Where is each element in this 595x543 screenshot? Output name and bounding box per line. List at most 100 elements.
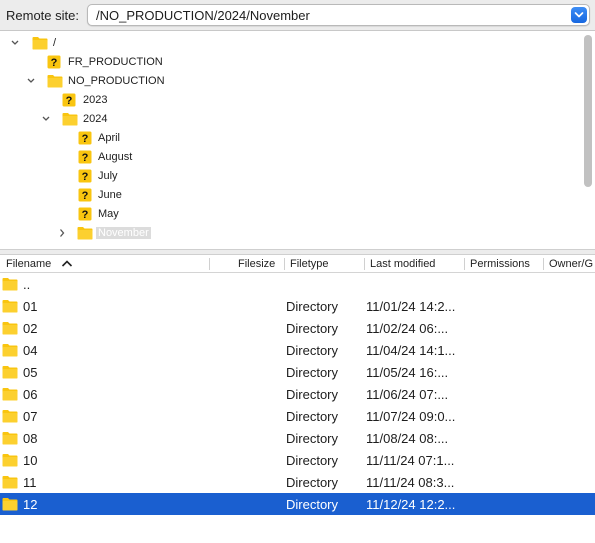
file-row[interactable]: 01 Directory 11/01/24 14:2...	[0, 295, 595, 317]
svg-text:?: ?	[66, 95, 73, 107]
combo-dropdown-button[interactable]	[571, 7, 587, 23]
column-separator[interactable]	[209, 258, 210, 270]
file-type: Directory	[286, 497, 339, 512]
tree-item-label[interactable]: 2024	[83, 113, 107, 125]
folder-icon	[2, 498, 18, 511]
file-name: 11	[23, 475, 37, 490]
tree-item-label[interactable]: July	[98, 170, 118, 182]
unknown-folder-icon: ?	[78, 131, 92, 145]
file-row[interactable]: 07 Directory 11/07/24 09:0...	[0, 405, 595, 427]
file-last-modified: 11/04/24 14:1...	[366, 343, 456, 358]
folder-icon	[47, 75, 63, 88]
file-type: Directory	[286, 453, 339, 468]
column-permissions[interactable]: Permissions	[470, 258, 530, 270]
remote-site-path-value[interactable]: /NO_PRODUCTION/2024/November	[96, 8, 310, 23]
folder-icon	[2, 278, 18, 291]
tree-item-label[interactable]: November	[96, 227, 151, 239]
svg-text:?: ?	[51, 57, 58, 69]
file-row-parent[interactable]: ..	[0, 273, 595, 295]
file-last-modified: 11/06/24 07:...	[366, 387, 449, 402]
file-row-selected[interactable]: 12 Directory 11/12/24 12:2...	[0, 493, 595, 515]
file-row[interactable]: 02 Directory 11/02/24 06:...	[0, 317, 595, 339]
tree-item-august[interactable]: ? August	[0, 148, 580, 167]
column-owner-group[interactable]: Owner/G	[549, 258, 593, 270]
unknown-folder-icon: ?	[47, 55, 61, 69]
file-last-modified: 11/07/24 09:0...	[366, 409, 456, 424]
unknown-folder-icon: ?	[78, 207, 92, 221]
tree-item-label[interactable]: /	[53, 37, 56, 49]
tree-item-2023[interactable]: ? 2023	[0, 91, 580, 110]
file-row[interactable]: 05 Directory 11/05/24 16:...	[0, 361, 595, 383]
folder-icon	[32, 37, 48, 50]
file-name: 04	[23, 343, 38, 358]
column-separator[interactable]	[464, 258, 465, 270]
file-row[interactable]: 06 Directory 11/06/24 07:...	[0, 383, 595, 405]
tree-item-july[interactable]: ? July	[0, 167, 580, 186]
tree-item-2024[interactable]: 2024	[0, 110, 580, 129]
file-type: Directory	[286, 475, 339, 490]
column-separator[interactable]	[364, 258, 365, 270]
chevron-down-icon[interactable]	[40, 112, 52, 126]
file-last-modified: 11/11/24 07:1...	[366, 453, 455, 468]
column-filename[interactable]: Filename	[6, 258, 51, 270]
tree-item-april[interactable]: ? April	[0, 129, 580, 148]
file-name: 12	[23, 497, 38, 512]
tree-item-label[interactable]: June	[98, 189, 122, 201]
file-row[interactable]: 04 Directory 11/04/24 14:1...	[0, 339, 595, 361]
file-row[interactable]: 11 Directory 11/11/24 08:3...	[0, 471, 595, 493]
tree-item-fr-production[interactable]: ? FR_PRODUCTION	[0, 53, 580, 72]
file-type: Directory	[286, 321, 339, 336]
tree-item-november[interactable]: November	[0, 224, 580, 243]
folder-icon	[2, 410, 18, 423]
tree-item-label[interactable]: NO_PRODUCTION	[68, 75, 165, 87]
file-list-header: Filename Filesize Filetype Last modified…	[0, 255, 595, 273]
column-separator[interactable]	[543, 258, 544, 270]
unknown-folder-icon: ?	[78, 169, 92, 183]
tree-item-label[interactable]: 2023	[83, 94, 107, 106]
tree-vertical-scrollbar[interactable]	[584, 35, 592, 187]
tree-item-label[interactable]: August	[98, 151, 132, 163]
folder-icon	[2, 366, 18, 379]
file-type: Directory	[286, 387, 339, 402]
chevron-down-icon[interactable]	[25, 74, 37, 88]
tree-item-label[interactable]: FR_PRODUCTION	[68, 56, 163, 68]
chevron-right-icon[interactable]	[56, 226, 68, 240]
column-filetype[interactable]: Filetype	[290, 258, 329, 270]
column-last-modified[interactable]: Last modified	[370, 258, 435, 270]
file-type: Directory	[286, 299, 339, 314]
folder-icon	[2, 322, 18, 335]
chevron-down-icon[interactable]	[9, 36, 21, 50]
svg-text:?: ?	[82, 133, 89, 145]
folder-icon	[2, 388, 18, 401]
unknown-folder-icon: ?	[78, 188, 92, 202]
file-last-modified: 11/02/24 06:...	[366, 321, 449, 336]
tree-item-root[interactable]: /	[0, 34, 580, 53]
folder-icon	[2, 476, 18, 489]
file-name: 02	[23, 321, 38, 336]
file-name: 06	[23, 387, 38, 402]
file-type: Directory	[286, 365, 339, 380]
unknown-folder-icon: ?	[78, 150, 92, 164]
tree-item-label[interactable]: May	[98, 208, 119, 220]
file-last-modified: 11/08/24 08:...	[366, 431, 449, 446]
tree-item-no-production[interactable]: NO_PRODUCTION	[0, 72, 580, 91]
file-row[interactable]: 10 Directory 11/11/24 07:1...	[0, 449, 595, 471]
remote-site-label: Remote site:	[6, 8, 79, 23]
remote-directory-tree[interactable]: / ? FR_PRODUCTION NO_PRODUCTION ? 2023 2…	[0, 31, 595, 249]
folder-icon	[2, 454, 18, 467]
file-name: 01	[23, 299, 38, 314]
file-row[interactable]: 08 Directory 11/08/24 08:...	[0, 427, 595, 449]
file-last-modified: 11/01/24 14:2...	[366, 299, 456, 314]
tree-item-june[interactable]: ? June	[0, 186, 580, 205]
tree-item-label[interactable]: April	[98, 132, 120, 144]
remote-site-path-combobox[interactable]: /NO_PRODUCTION/2024/November	[87, 4, 590, 26]
column-separator[interactable]	[284, 258, 285, 270]
folder-icon	[2, 432, 18, 445]
column-filesize[interactable]: Filesize	[238, 258, 275, 270]
file-name: ..	[23, 277, 31, 292]
svg-text:?: ?	[82, 190, 89, 202]
tree-item-may[interactable]: ? May	[0, 205, 580, 224]
folder-icon	[2, 300, 18, 313]
sort-ascending-icon[interactable]	[61, 259, 73, 268]
file-name: 10	[23, 453, 38, 468]
